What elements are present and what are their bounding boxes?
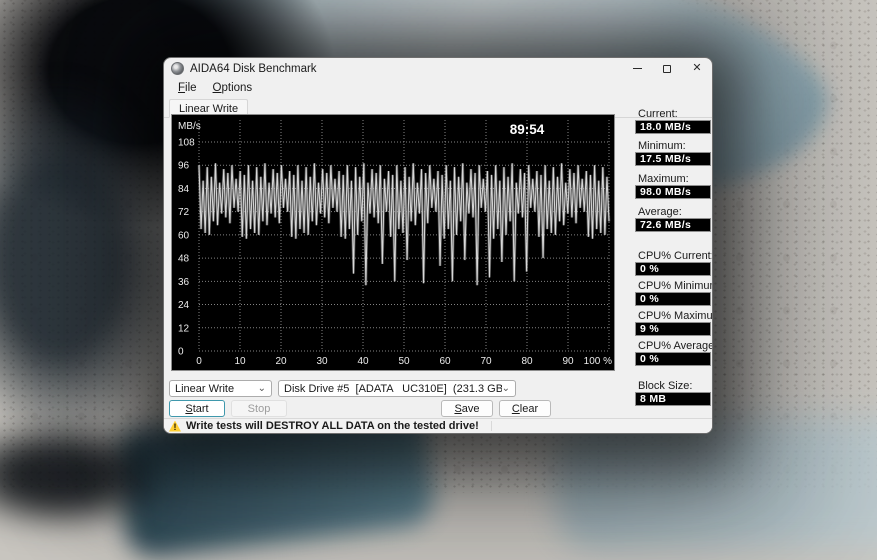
stat-value: 18.0 MB/s xyxy=(635,120,711,134)
aida64-disk-benchmark-window: AIDA64 Disk Benchmark ✕ File Options Lin… xyxy=(163,57,713,434)
y-tick-label: 60 xyxy=(178,230,190,241)
x-tick-label: 0 xyxy=(196,356,202,367)
y-tick-label: 72 xyxy=(178,207,190,218)
minimize-button[interactable] xyxy=(622,58,652,79)
stat-value: 17.5 MB/s xyxy=(635,152,711,166)
x-tick-label: 70 xyxy=(480,356,492,367)
x-tick-label: 30 xyxy=(316,356,328,367)
close-button[interactable]: ✕ xyxy=(682,58,712,79)
clear-button[interactable]: Clear xyxy=(499,400,551,417)
stat-label: Average: xyxy=(638,206,682,218)
test-type-selected-value: Linear Write xyxy=(175,383,234,395)
chevron-down-icon: ⌄ xyxy=(258,386,266,392)
maximize-button[interactable] xyxy=(652,58,682,79)
test-type-select[interactable]: Linear Write ⌄ xyxy=(169,380,272,397)
x-tick-label: 20 xyxy=(275,356,287,367)
window-title: AIDA64 Disk Benchmark xyxy=(190,63,317,75)
minimize-icon xyxy=(633,68,642,69)
menu-file[interactable]: File xyxy=(172,81,203,95)
stat-value: 9 % xyxy=(635,322,711,336)
close-icon: ✕ xyxy=(692,63,701,74)
menu-options[interactable]: Options xyxy=(207,81,259,95)
start-button[interactable]: Start xyxy=(169,400,225,417)
y-tick-label: 96 xyxy=(178,161,190,172)
stat-label: CPU% Average: xyxy=(638,340,713,352)
y-axis-unit-label: MB/s xyxy=(178,121,201,132)
stat-value: 98.0 MB/s xyxy=(635,185,711,199)
stat-label: Current: xyxy=(638,108,678,120)
drive-select[interactable]: Disk Drive #5 [ADATA UC310E] (231.3 GB) … xyxy=(278,380,516,397)
stat-value: 0 % xyxy=(635,292,711,306)
menu-bar: File Options xyxy=(164,79,712,96)
stat-label: CPU% Minimum: xyxy=(638,280,713,292)
benchmark-chart: 0 12 24 36 48 60 72 84 96 108 MB/s 0 10 20 30 40 50 60 70 8… xyxy=(171,114,615,371)
x-tick-label: 100 % xyxy=(584,356,612,367)
y-tick-label: 24 xyxy=(178,300,190,311)
stat-value: 8 MB xyxy=(635,392,711,406)
stat-label: Minimum: xyxy=(638,140,686,152)
status-bar-divider xyxy=(491,421,492,431)
warning-message: Write tests will DESTROY ALL DATA on the… xyxy=(186,420,479,432)
y-tick-label: 108 xyxy=(178,138,195,149)
title-bar[interactable]: AIDA64 Disk Benchmark ✕ xyxy=(164,58,712,79)
stat-value: 0 % xyxy=(635,352,711,366)
stat-label: CPU% Current: xyxy=(638,250,713,262)
x-tick-label: 80 xyxy=(521,356,533,367)
stop-button[interactable]: Stop xyxy=(231,400,287,417)
chart-svg: 0 12 24 36 48 60 72 84 96 108 MB/s 0 10 20 30 40 50 60 70 8… xyxy=(172,115,614,370)
stat-value: 0 % xyxy=(635,262,711,276)
aida64-app-icon xyxy=(171,62,184,75)
drive-selected-value: Disk Drive #5 [ADATA UC310E] (231.3 GB) xyxy=(284,383,502,395)
x-tick-label: 60 xyxy=(439,356,451,367)
y-tick-label: 0 xyxy=(178,347,184,358)
y-tick-label: 84 xyxy=(178,184,190,195)
stat-label: Block Size: xyxy=(638,380,692,392)
stat-value: 72.6 MB/s xyxy=(635,218,711,232)
x-tick-label: 50 xyxy=(398,356,410,367)
status-bar: Write tests will DESTROY ALL DATA on the… xyxy=(164,418,712,433)
maximize-icon xyxy=(663,65,671,73)
y-tick-label: 48 xyxy=(178,254,190,265)
x-tick-label: 40 xyxy=(357,356,369,367)
stat-label: CPU% Maximum: xyxy=(638,310,713,322)
y-tick-label: 36 xyxy=(178,277,190,288)
warning-icon xyxy=(169,421,181,432)
y-tick-label: 12 xyxy=(178,323,190,334)
chevron-down-icon: ⌄ xyxy=(502,386,510,392)
save-button[interactable]: Save xyxy=(441,400,493,417)
elapsed-time-annotation: 89:54 xyxy=(510,122,545,137)
x-tick-label: 90 xyxy=(562,356,574,367)
stat-label: Maximum: xyxy=(638,173,689,185)
x-tick-label: 10 xyxy=(234,356,246,367)
